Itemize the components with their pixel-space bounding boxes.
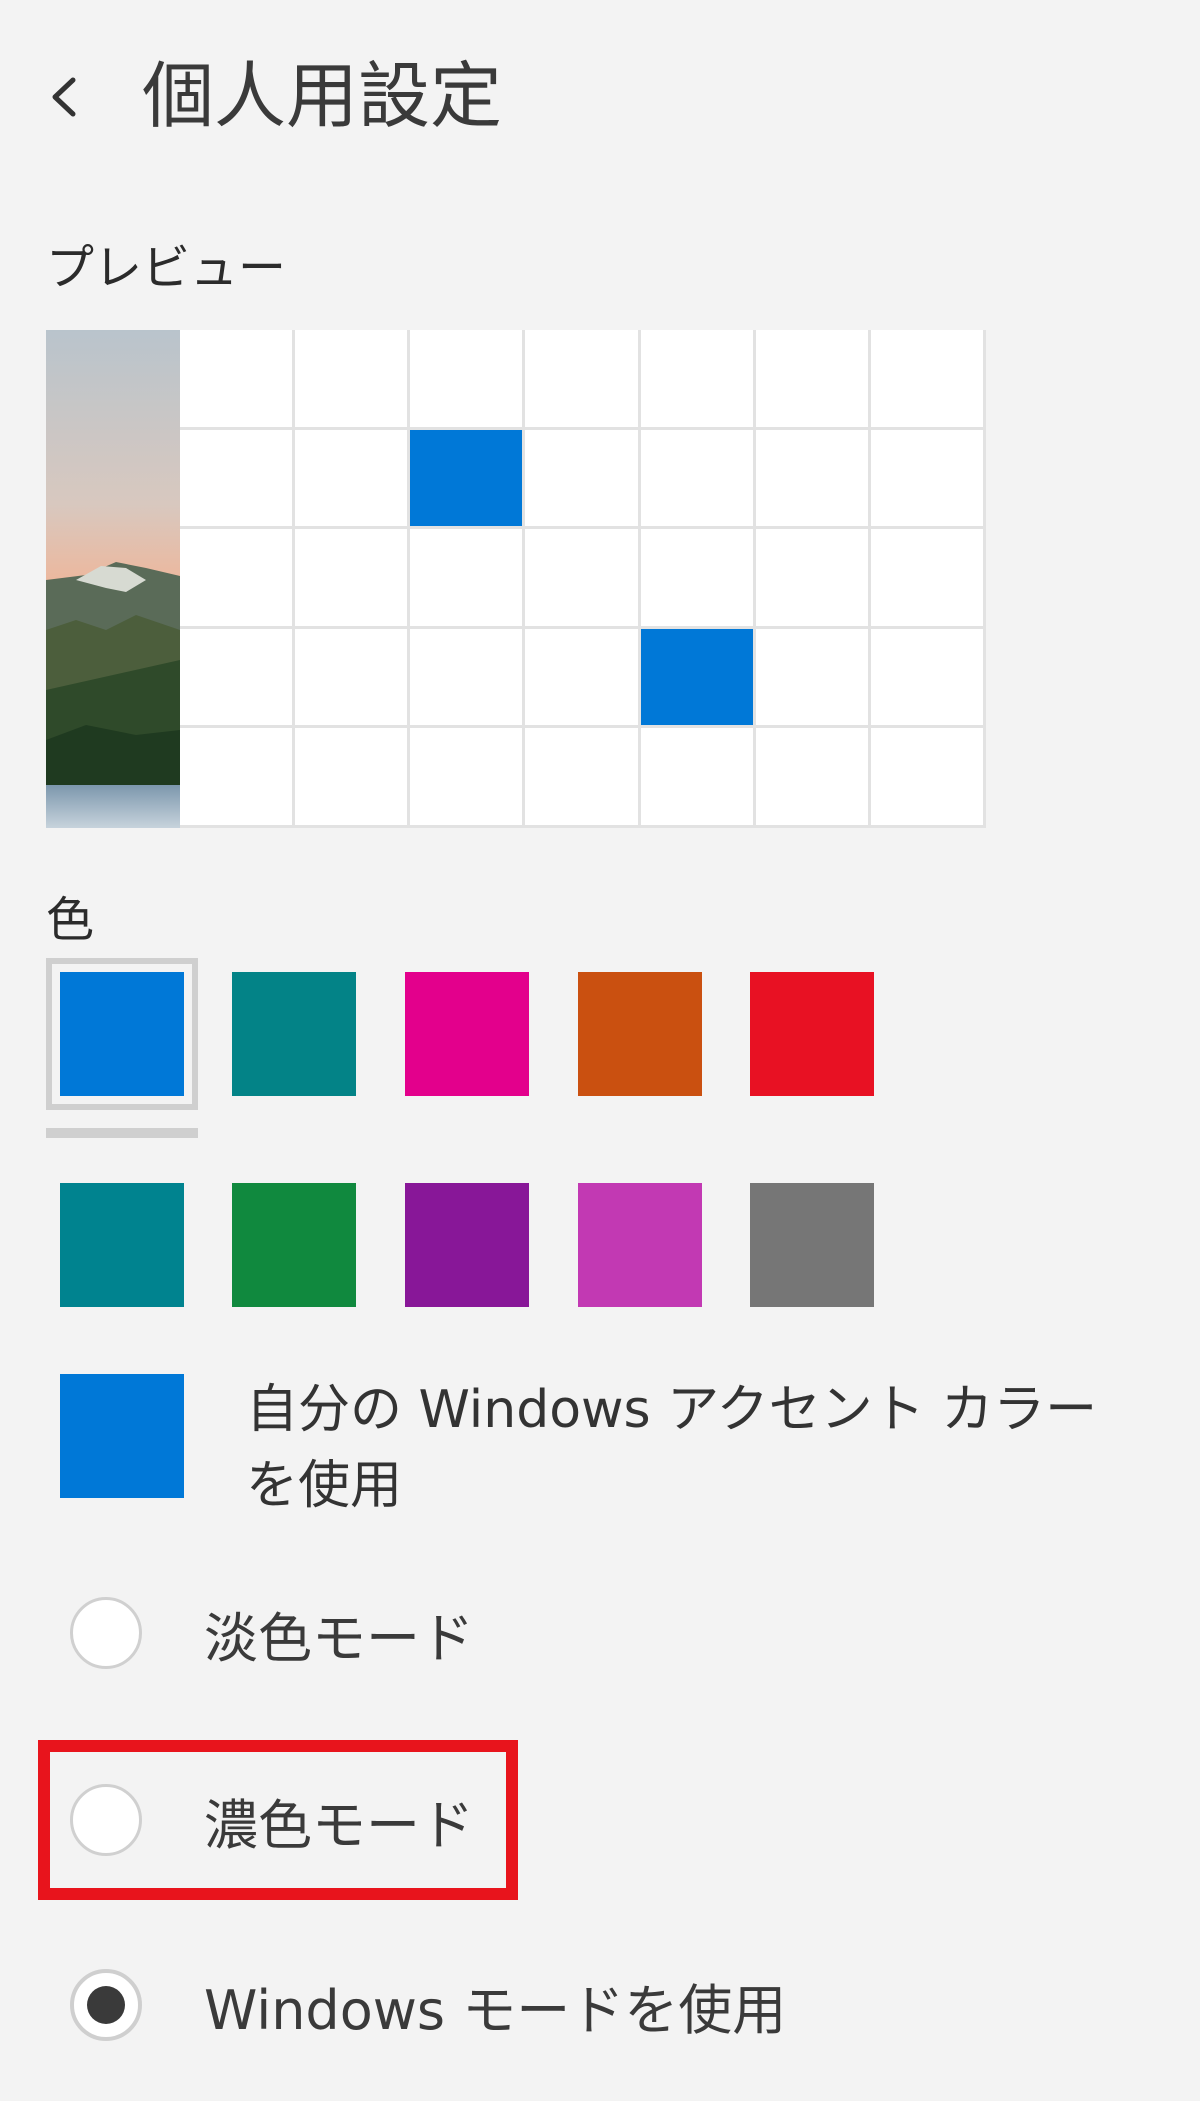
preview-tile [525, 429, 641, 530]
preview-tile [755, 529, 871, 629]
preview-tile [295, 529, 411, 629]
dark-mode-highlight [38, 1740, 518, 1900]
preview-tile [870, 429, 986, 530]
preview-tile [870, 330, 986, 430]
color-swatch-red[interactable] [750, 972, 874, 1096]
color-swatch-green[interactable] [232, 1183, 356, 1307]
account-accent-swatch[interactable] [60, 1374, 184, 1498]
preview-tile [755, 330, 871, 430]
light-mode-label: 淡色モード [204, 1606, 474, 1670]
color-swatch-orchid[interactable] [578, 1183, 702, 1307]
preview-tile [755, 429, 871, 530]
preview-tile [295, 429, 411, 530]
back-button[interactable] [38, 62, 90, 132]
preview-tile [870, 728, 986, 828]
preview-tile [410, 330, 526, 430]
wallpaper-image [46, 330, 180, 828]
color-label: 色 [46, 892, 95, 948]
page-title: 個人用設定 [142, 54, 503, 138]
preview-tile [180, 429, 296, 530]
windows-mode-radio[interactable] [70, 1969, 142, 2041]
preview-tile [525, 529, 641, 629]
preview-tile [410, 529, 526, 629]
selected-swatch-underline [46, 1128, 198, 1138]
use-account-color-label: 自分の Windows アクセント カラーを使用 [246, 1380, 1098, 1516]
chevron-left-icon [52, 77, 76, 117]
preview-tile [640, 429, 756, 530]
preview-tile [410, 628, 526, 729]
preview-tile [640, 330, 756, 430]
light-mode-option[interactable]: 淡色モード [70, 1578, 474, 1688]
accent-tile [640, 628, 756, 729]
preview-tile [410, 728, 526, 828]
preview-tile [180, 728, 296, 828]
preview-tile [525, 628, 641, 729]
preview-tile [755, 728, 871, 828]
preview-tile [870, 628, 986, 729]
preview-tile [295, 330, 411, 430]
wallpaper-thumbnail [46, 330, 180, 828]
preview-tile [525, 728, 641, 828]
preview-tile [180, 330, 296, 430]
preview-tile [640, 728, 756, 828]
preview-tile [180, 628, 296, 729]
header: 個人用設定 [0, 0, 1200, 200]
color-swatch-pink[interactable] [405, 972, 529, 1096]
preview-tile [295, 728, 411, 828]
preview-tile [640, 529, 756, 629]
start-tiles-preview [180, 330, 986, 828]
color-swatch-purple[interactable] [405, 1183, 529, 1307]
preview-tile [870, 529, 986, 629]
color-swatch-petrol[interactable] [60, 1183, 184, 1307]
color-swatch-gray[interactable] [750, 1183, 874, 1307]
accent-tile [410, 429, 526, 530]
preview-tile [295, 628, 411, 729]
theme-preview [46, 330, 986, 828]
color-swatch-orange[interactable] [578, 972, 702, 1096]
preview-tile [755, 628, 871, 729]
personalization-page: 個人用設定 プレビュー 色 自分の Windows アクセント カラーを使用 淡… [0, 0, 1200, 2101]
windows-mode-option[interactable]: Windows モードを使用 [70, 1950, 786, 2060]
preview-label: プレビュー [46, 240, 287, 296]
color-swatch-blue[interactable] [60, 972, 184, 1096]
use-account-color-option[interactable]: 自分の Windows アクセント カラーを使用 [246, 1372, 1126, 1524]
color-swatch-teal[interactable] [232, 972, 356, 1096]
windows-mode-label: Windows モードを使用 [204, 1978, 787, 2042]
light-mode-radio[interactable] [70, 1597, 142, 1669]
preview-tile [525, 330, 641, 430]
preview-tile [180, 529, 296, 629]
